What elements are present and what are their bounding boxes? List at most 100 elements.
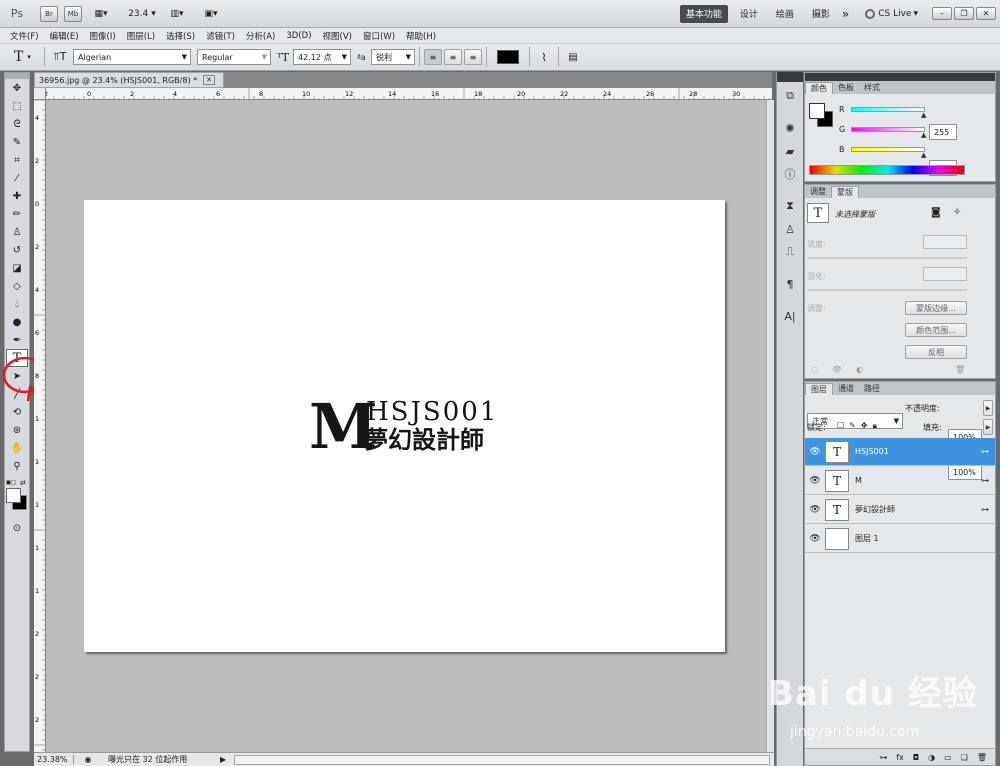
blur-tool-icon[interactable]: 💧︎ xyxy=(6,295,28,313)
bridge-button[interactable]: Br xyxy=(40,5,58,22)
menu-analysis[interactable]: 分析(A) xyxy=(246,30,275,42)
workspace-painting[interactable]: 绘画 xyxy=(770,5,800,23)
crop-tool-icon[interactable]: ⌗ xyxy=(6,151,28,169)
tab-masks[interactable]: 蒙版 xyxy=(831,186,859,198)
horizontal-scrollbar[interactable] xyxy=(234,754,770,765)
eyedropper-icon[interactable]: ⁄ xyxy=(6,169,28,187)
navigator-icon[interactable]: ▰ xyxy=(779,141,801,161)
healing-brush-icon[interactable]: ✚ xyxy=(6,187,28,205)
more-workspaces-button[interactable]: » xyxy=(836,5,855,23)
text-orientation-icon[interactable]: ⫪T xyxy=(49,50,71,64)
cs-live-button[interactable]: CS Live ▾ xyxy=(859,5,924,23)
restore-button[interactable]: ❐ xyxy=(954,7,974,20)
minimize-button[interactable]: – xyxy=(932,7,952,20)
tab-layers[interactable]: 图层 xyxy=(805,383,833,395)
document-tab[interactable]: 36956.jpg @ 23.4% (HSJS001, RGB/8) * ✕ xyxy=(34,72,224,88)
pixel-mask-icon[interactable]: ◙ xyxy=(931,207,941,218)
tool-preset-picker[interactable]: T ▾ xyxy=(0,49,40,65)
tab-color[interactable]: 颜色 xyxy=(805,82,833,94)
channel-value-field[interactable]: 255 xyxy=(929,124,957,140)
lock-transparent-icon[interactable]: ☐ xyxy=(837,421,844,431)
menu-3d[interactable]: 3D(D) xyxy=(286,31,311,41)
menu-file[interactable]: 文件(F) xyxy=(10,30,39,42)
minibridge-button[interactable]: Mb xyxy=(64,5,82,22)
lock-image-icon[interactable]: ✎ xyxy=(849,421,856,431)
arrange-documents-button[interactable]: ▥▾ xyxy=(164,5,190,23)
move-tool-icon[interactable]: ✥ xyxy=(6,79,28,97)
paragraph-icon[interactable]: ¶ xyxy=(779,274,801,294)
adjustment-layer-icon[interactable]: ◑ xyxy=(928,753,935,762)
workspace-design[interactable]: 设计 xyxy=(734,5,764,23)
load-selection-icon[interactable]: ◌ xyxy=(811,365,818,374)
new-group-icon[interactable]: ▭ xyxy=(944,753,952,762)
delete-mask-icon[interactable]: 🗑︎ xyxy=(955,365,965,374)
eraser-tool-icon[interactable]: ◪ xyxy=(6,259,28,277)
opacity-arrow[interactable]: ▶ xyxy=(983,400,993,416)
layer-row[interactable]: 👁︎ T 夢幻設計師 ⊶ xyxy=(805,496,995,524)
tab-channels[interactable]: 通道 xyxy=(833,383,859,395)
align-right-icon[interactable]: ≡ xyxy=(464,49,482,65)
text-layer-m[interactable]: M xyxy=(309,396,378,458)
status-icon[interactable]: ◉ xyxy=(74,755,102,764)
zoom-level-select[interactable]: 23.4 ▾ xyxy=(128,5,156,23)
info-icon[interactable]: ⓘ xyxy=(779,164,801,184)
quick-selection-icon[interactable]: ✎ xyxy=(6,133,28,151)
apply-mask-icon[interactable]: 👁︎ xyxy=(832,365,842,374)
marquee-tool-icon[interactable]: ⬚ xyxy=(6,97,28,115)
slider-handle-icon[interactable]: ▲ xyxy=(921,151,926,159)
slider-handle-icon[interactable]: ▲ xyxy=(921,131,926,139)
visibility-eye-icon[interactable]: 👁︎ xyxy=(805,534,825,544)
tab-adjustments[interactable]: 调整 xyxy=(805,186,831,198)
align-left-icon[interactable]: ≡ xyxy=(424,49,442,65)
status-menu-arrow[interactable]: ▶ xyxy=(220,755,230,764)
vertical-scrollbar[interactable] xyxy=(766,100,774,752)
history-brush-icon[interactable]: ↺ xyxy=(6,241,28,259)
density-field[interactable] xyxy=(923,235,967,249)
tool-presets-icon[interactable]: ⎍ xyxy=(779,242,801,262)
link-layers-icon[interactable]: ⊶ xyxy=(879,753,887,762)
close-doc-icon[interactable]: ✕ xyxy=(203,75,215,85)
visibility-eye-icon[interactable]: 👁︎ xyxy=(805,447,825,457)
color-range-button[interactable]: 颜色范围... xyxy=(905,323,967,337)
actions-icon[interactable]: ✺ xyxy=(779,118,801,138)
lock-all-icon[interactable]: 🔒︎ xyxy=(873,421,877,431)
visibility-eye-icon[interactable]: 👁︎ xyxy=(805,505,825,515)
clone-stamp-icon[interactable]: ♙ xyxy=(6,223,28,241)
menu-select[interactable]: 选择(S) xyxy=(166,30,195,42)
view-extras-button[interactable]: ▦▾ xyxy=(88,5,114,23)
quick-mask-icon[interactable]: ⊙ xyxy=(6,519,28,537)
enable-mask-icon[interactable]: ◐ xyxy=(856,365,863,374)
tab-styles[interactable]: 样式 xyxy=(859,82,885,94)
layer-row[interactable]: 👁︎ T HSJS001 ⊶ xyxy=(805,438,995,466)
warp-text-icon[interactable]: ⌇ xyxy=(534,51,554,64)
foreground-color-swatch[interactable] xyxy=(6,488,21,503)
ruler-origin[interactable] xyxy=(34,88,46,100)
screen-mode-button[interactable]: ▣▾ xyxy=(198,5,224,23)
menu-image[interactable]: 图像(I) xyxy=(90,30,116,42)
zoom-field[interactable]: 23.38% xyxy=(34,755,74,764)
delete-layer-icon[interactable]: 🗑︎ xyxy=(977,753,987,762)
tab-swatches[interactable]: 色板 xyxy=(833,82,859,94)
layer-style-icon[interactable]: fx xyxy=(896,753,904,762)
character-panel-icon[interactable]: ▤ xyxy=(563,52,583,63)
lasso-tool-icon[interactable]: ᘓ xyxy=(6,115,28,133)
swap-colors-icon[interactable]: ⇄ xyxy=(20,479,26,487)
text-layer-dream-designer[interactable]: 夢幻設計師 xyxy=(364,426,484,454)
paint-bucket-icon[interactable]: ◇ xyxy=(6,277,28,295)
density-slider[interactable] xyxy=(807,257,967,259)
clone-source-icon[interactable]: ♙ xyxy=(779,219,801,239)
history-icon[interactable]: ⧉ xyxy=(779,86,801,106)
menu-edit[interactable]: 编辑(E) xyxy=(50,30,79,42)
vector-mask-icon[interactable]: ✧ xyxy=(953,207,961,218)
lock-position-icon[interactable]: ✥ xyxy=(861,421,868,431)
font-family-select[interactable]: Algerian ▼ xyxy=(73,49,191,65)
slider-handle-icon[interactable]: ▲ xyxy=(921,111,926,119)
color-swatches[interactable]: ◼◻ ⇄ xyxy=(5,479,29,519)
text-color-swatch[interactable] xyxy=(497,50,519,64)
workspace-essentials[interactable]: 基本功能 xyxy=(679,4,728,23)
workspace-photography[interactable]: 摄影 xyxy=(806,5,836,23)
mask-edge-button[interactable]: 蒙版边缘... xyxy=(905,301,967,315)
align-center-icon[interactable]: ≡ xyxy=(444,49,462,65)
channel-slider[interactable] xyxy=(851,127,925,132)
menu-filter[interactable]: 滤镜(T) xyxy=(206,30,235,42)
